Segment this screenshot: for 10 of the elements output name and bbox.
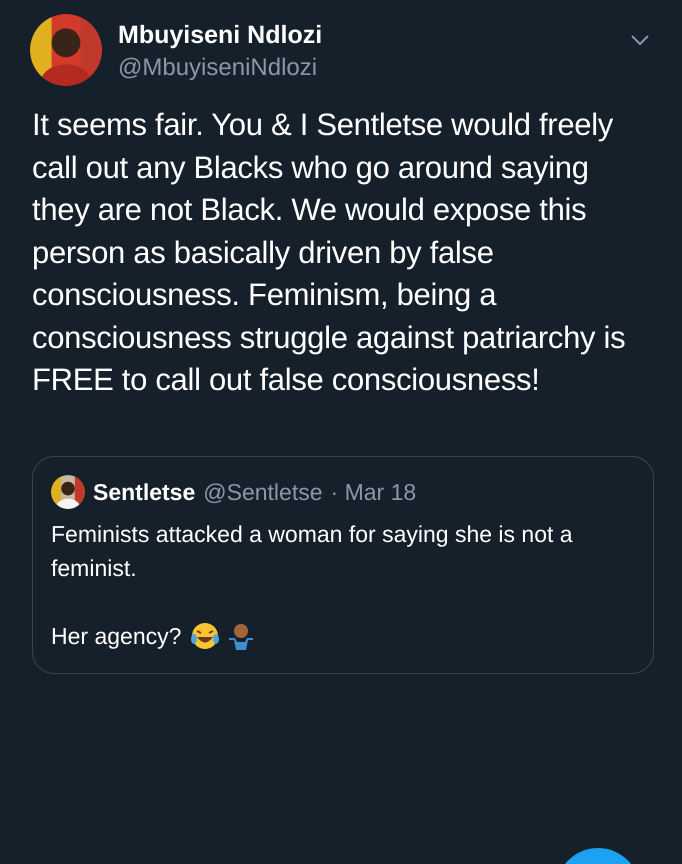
quoted-author-name: Sentletse [93,478,196,506]
author-handle[interactable]: @MbuyiseniNdlozi [118,52,322,84]
quoted-text: Feminists attacked a woman for saying she is not a feminist. [51,520,574,583]
author-name[interactable]: Mbuyiseni Ndlozi [118,18,322,52]
laughing-face-icon [189,620,222,652]
tweet-text: It seems fair. You & I Sentletse would freely call out any Blacks who go around saying they are not Black. We would expose this person as basically driven by false consciousness. Feminism, being a consciousness struggle against patriarchy is FREE to call out false consciousness! [32,106,626,399]
quoted-author-handle: @Sentletse [203,478,323,506]
quoted-text: Her agency? [51,622,182,651]
quoted-tweet-card[interactable]: Sentletse @Sentletse · Mar 18 Feminists attacked a woman for saying she is not a feminist. Her agency? [32,456,654,674]
quoted-date: · Mar 18 [330,478,416,506]
